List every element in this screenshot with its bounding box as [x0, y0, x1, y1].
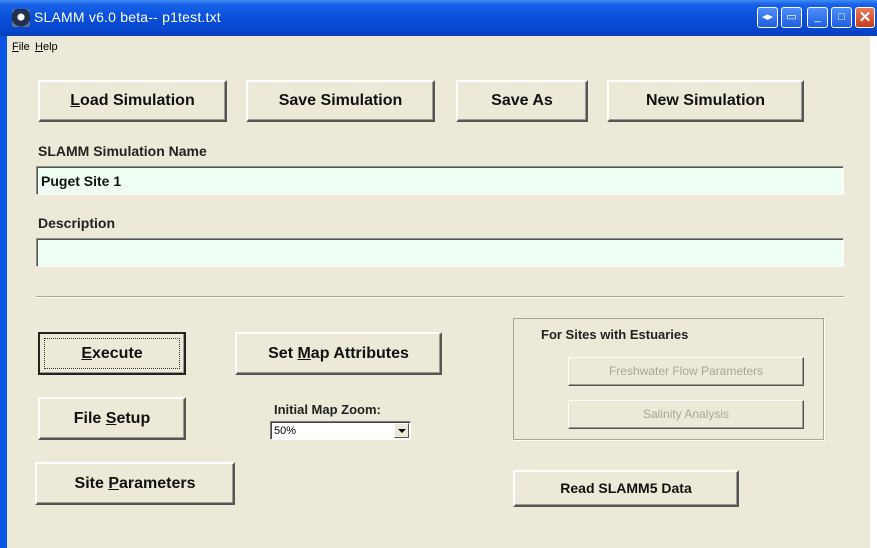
initial-map-zoom-label: Initial Map Zoom: — [274, 402, 381, 417]
freshwater-flow-parameters-button[interactable]: Freshwater Flow Parameters — [568, 357, 804, 386]
window-title: SLAMM v6.0 beta-- p1test.txt — [34, 9, 221, 25]
simulation-name-label: SLAMM Simulation Name — [38, 143, 207, 159]
divider — [36, 296, 844, 298]
load-simulation-button[interactable]: Load Simulation — [38, 80, 227, 122]
file-setup-button[interactable]: File Setup — [38, 397, 186, 440]
salinity-analysis-button[interactable]: Salinity Analysis — [568, 400, 804, 429]
description-label: Description — [38, 215, 116, 231]
menu-file[interactable]: File — [12, 41, 30, 53]
read-slamm5-data-button[interactable]: Read SLAMM5 Data — [513, 470, 739, 507]
restore-icon[interactable]: ▭ — [781, 7, 802, 28]
estuaries-title: For Sites with Estuaries — [541, 327, 689, 342]
new-simulation-button[interactable]: New Simulation — [607, 80, 804, 122]
save-simulation-button[interactable]: Save Simulation — [246, 80, 435, 122]
initial-map-zoom-select[interactable]: 50% — [270, 421, 411, 440]
close-button[interactable]: ✕ — [855, 7, 875, 28]
roll-icon[interactable]: ◂▸ — [757, 7, 778, 28]
maximize-button[interactable]: □ — [831, 7, 852, 28]
simulation-name-input[interactable]: Puget Site 1 — [36, 166, 844, 195]
set-map-attributes-button[interactable]: Set Map Attributes — [235, 332, 442, 375]
focus-rectangle — [44, 338, 180, 369]
title-bar[interactable]: SLAMM v6.0 beta-- p1test.txt ◂▸ ▭ _ □ ✕ — [0, 0, 877, 36]
app-icon[interactable] — [12, 9, 30, 27]
chevron-down-icon[interactable] — [394, 423, 409, 438]
menu-help[interactable]: Help — [35, 41, 58, 53]
menu-bar: File Help — [7, 36, 870, 57]
save-as-button[interactable]: Save As — [456, 80, 588, 122]
minimize-button[interactable]: _ — [807, 7, 828, 28]
execute-button[interactable]: Execute — [38, 332, 186, 375]
site-parameters-button[interactable]: Site Parameters — [35, 462, 235, 505]
description-input[interactable] — [36, 238, 844, 267]
